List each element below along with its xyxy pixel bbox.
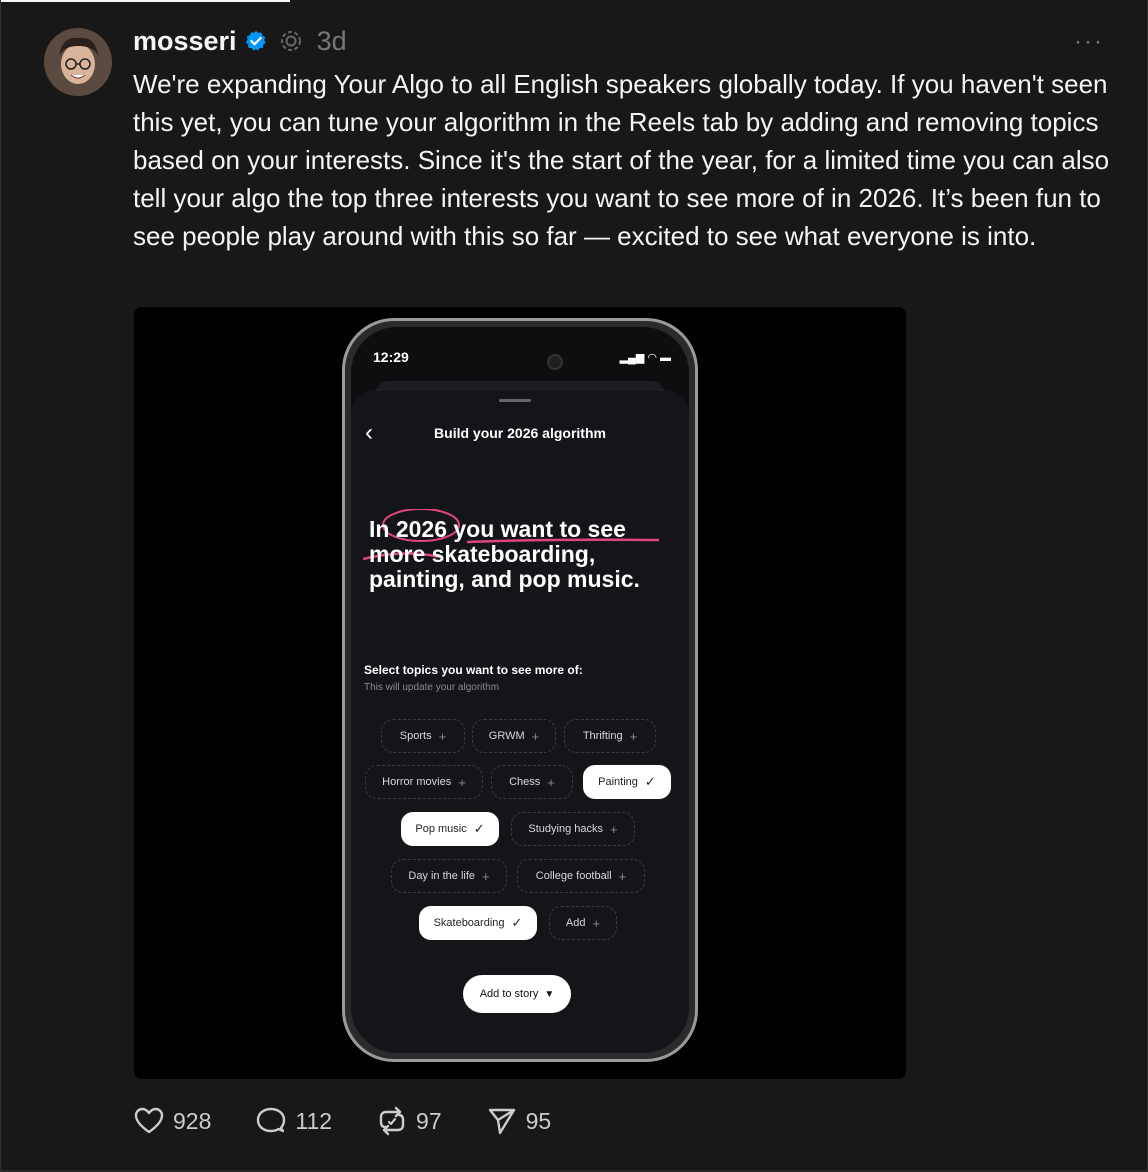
chip-label: Skateboarding: [433, 917, 505, 929]
check-icon: ✓: [473, 821, 485, 836]
like-count: 928: [173, 1107, 212, 1134]
plus-icon: +: [618, 868, 627, 884]
share-count: 95: [525, 1107, 552, 1134]
chip-label: Horror movies: [382, 776, 452, 788]
topic-chip-sports[interactable]: Sports +: [381, 719, 465, 753]
like-button[interactable]: 928: [133, 1105, 211, 1137]
repost-icon: [379, 1106, 405, 1136]
phone-mockup: 12:29 ▂▄▆ ◠ ▬ ‹ Build your 2026 algorith…: [342, 318, 698, 1062]
topic-chip-studying-hacks[interactable]: Studying hacks +: [511, 812, 635, 846]
heart-icon: [134, 1107, 164, 1134]
plus-icon: +: [547, 774, 555, 790]
post-time: 3d: [316, 25, 347, 56]
topic-chip-add[interactable]: Add +: [549, 906, 617, 940]
verified-badge-icon: [245, 30, 266, 51]
sheet-grabber[interactable]: [499, 399, 531, 402]
topic-chip-horror-movies[interactable]: Horror movies +: [365, 765, 483, 799]
topic-chip-skateboarding[interactable]: Skateboarding ✓: [419, 906, 537, 940]
headline: In 2026 you want to see more skateboardi…: [363, 509, 679, 592]
status-time: 12:29: [373, 349, 409, 365]
topic-chip-thrifting[interactable]: Thrifting +: [564, 719, 656, 753]
comment-count: 112: [295, 1107, 333, 1134]
chip-label: Sports: [399, 730, 432, 742]
chip-label: Chess: [509, 776, 541, 788]
more-options-icon[interactable]: ···: [1074, 28, 1104, 56]
chip-label: Thrifting: [582, 730, 623, 742]
camera-icon: [547, 354, 563, 370]
window-edge-left: [0, 0, 1, 1172]
plus-icon: +: [629, 728, 638, 744]
comment-icon: [257, 1107, 286, 1133]
add-to-story-button[interactable]: Add to story ▼: [463, 975, 571, 1013]
phone-screen: 12:29 ▂▄▆ ◠ ▬ ‹ Build your 2026 algorith…: [351, 327, 689, 1053]
post-media[interactable]: 12:29 ▂▄▆ ◠ ▬ ‹ Build your 2026 algorith…: [134, 307, 906, 1079]
post-actions: 928 112 97 95: [133, 1105, 595, 1137]
chip-label: Studying hacks: [528, 823, 603, 835]
select-title: Select topics you want to see more of:: [364, 663, 583, 677]
plus-icon: +: [458, 774, 466, 790]
status-icons: ▂▄▆ ◠ ▬: [619, 352, 671, 364]
topic-chip-pop-music[interactable]: Pop music ✓: [401, 812, 499, 846]
repost-count: 97: [416, 1107, 442, 1134]
topic-chip-painting[interactable]: Painting ✓: [583, 765, 671, 799]
send-icon: ▼: [544, 988, 555, 1000]
topic-chip-chess[interactable]: Chess +: [491, 765, 573, 799]
post-header: mosseri 3d: [133, 24, 347, 58]
plus-icon: +: [482, 868, 490, 884]
sheet-title: Build your 2026 algorithm: [434, 425, 606, 441]
algorithm-sheet: ‹ Build your 2026 algorithm In 2026 you …: [351, 391, 689, 1053]
topic-chip-day-in-the-life[interactable]: Day in the life +: [391, 859, 507, 893]
plus-icon: +: [438, 728, 447, 744]
chip-label: GRWM: [488, 730, 525, 742]
add-to-story-label: Add to story: [479, 988, 539, 1000]
post-body: We're expanding Your Algo to all English…: [133, 69, 1110, 251]
window-edge: [0, 0, 290, 2]
plus-icon: +: [610, 821, 618, 837]
repost-button[interactable]: 97: [376, 1105, 442, 1137]
plus-icon: +: [531, 728, 540, 744]
send-icon: [488, 1108, 515, 1135]
chip-label: Add: [565, 917, 586, 929]
topic-chip-grwm[interactable]: GRWM +: [472, 719, 556, 753]
plus-icon: +: [592, 915, 601, 931]
select-subtitle: This will update your algorithm: [364, 682, 500, 693]
comment-button[interactable]: 112: [255, 1105, 332, 1137]
avatar[interactable]: [44, 28, 112, 96]
username[interactable]: mosseri: [133, 26, 237, 57]
check-icon: ✓: [511, 915, 523, 930]
check-icon: ✓: [644, 774, 656, 789]
chip-label: Day in the life: [408, 870, 476, 882]
chip-label: Painting: [598, 776, 638, 788]
chip-label: College football: [535, 870, 612, 882]
topic-chip-college-football[interactable]: College football +: [517, 859, 645, 893]
threads-meta-icon: [280, 31, 301, 51]
share-button[interactable]: 95: [486, 1105, 552, 1137]
chip-label: Pop music: [415, 823, 467, 835]
